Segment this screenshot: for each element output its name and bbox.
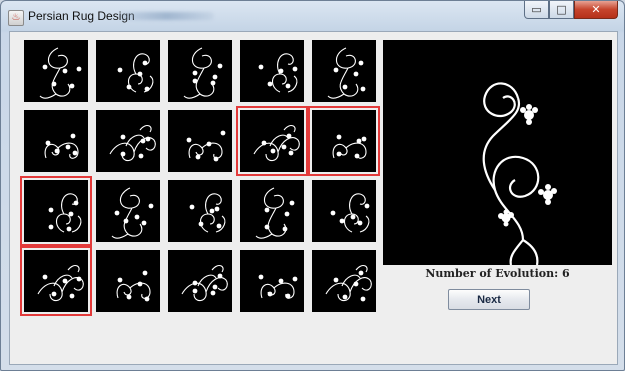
thumbnail-pattern <box>189 193 226 233</box>
thumbnail-pattern <box>332 134 367 159</box>
design-thumbnail[interactable] <box>240 40 304 102</box>
thumbnail-pattern <box>255 187 295 239</box>
thumbnail-pattern <box>258 274 298 299</box>
design-thumbnail[interactable] <box>96 250 160 312</box>
thumbnail-pattern <box>253 124 300 162</box>
evolution-count-label: Number of Evolution: 6 <box>425 267 570 280</box>
design-preview <box>383 40 612 265</box>
design-thumbnail[interactable] <box>24 40 88 102</box>
design-thumbnail[interactable] <box>312 40 376 102</box>
next-button[interactable]: Next <box>448 289 530 310</box>
design-thumbnail[interactable] <box>240 180 304 242</box>
design-thumbnail[interactable] <box>96 40 160 102</box>
thumbnail-pattern <box>109 124 156 162</box>
thumbnail-pattern <box>325 264 372 302</box>
maximize-button[interactable]: □ <box>549 1 574 19</box>
thumbnail-pattern <box>48 193 82 233</box>
design-thumbnail[interactable] <box>96 110 160 172</box>
design-thumbnail[interactable] <box>24 180 88 242</box>
blurred-title-text <box>119 12 214 20</box>
minimize-button[interactable]: ▭ <box>524 1 549 19</box>
content-panel: Number of Evolution: 6 Next <box>9 31 618 365</box>
design-thumbnail[interactable] <box>96 180 160 242</box>
design-thumbnail[interactable] <box>312 250 376 312</box>
design-thumbnail[interactable] <box>240 250 304 312</box>
thumbnail-pattern <box>186 130 226 162</box>
design-thumbnail[interactable] <box>24 250 88 312</box>
design-thumbnail[interactable] <box>312 180 376 242</box>
window-controls: ▭ □ ✕ <box>524 1 618 21</box>
thumbnail-pattern <box>39 47 82 99</box>
design-thumbnail[interactable] <box>240 110 304 172</box>
app-window: ♨ Persian Rug Design ▭ □ ✕ Number of Evo… <box>0 0 625 371</box>
design-thumbnail[interactable] <box>168 110 232 172</box>
design-thumbnail[interactable] <box>312 110 376 172</box>
thumbnail-pattern <box>327 47 366 99</box>
design-thumbnail[interactable] <box>168 250 232 312</box>
thumbnail-pattern <box>111 187 154 239</box>
thumbnail-pattern <box>117 53 154 93</box>
preview-pattern <box>482 82 557 265</box>
design-thumbnail[interactable] <box>168 180 232 242</box>
close-button[interactable]: ✕ <box>574 1 618 19</box>
thumbnail-pattern <box>258 53 298 93</box>
thumbnail-pattern <box>181 264 228 302</box>
thumbnail-pattern <box>330 193 370 233</box>
rug-app-icon: ♨ <box>8 10 24 26</box>
thumbnail-pattern <box>37 264 84 302</box>
design-thumbnail[interactable] <box>24 110 88 172</box>
title-bar[interactable]: ♨ Persian Rug Design ▭ □ ✕ <box>1 1 624 31</box>
design-thumbnail[interactable] <box>168 40 232 102</box>
thumbnail-pattern <box>116 270 151 302</box>
thumbnail-pattern <box>44 133 79 159</box>
thumbnail-pattern <box>183 47 223 99</box>
